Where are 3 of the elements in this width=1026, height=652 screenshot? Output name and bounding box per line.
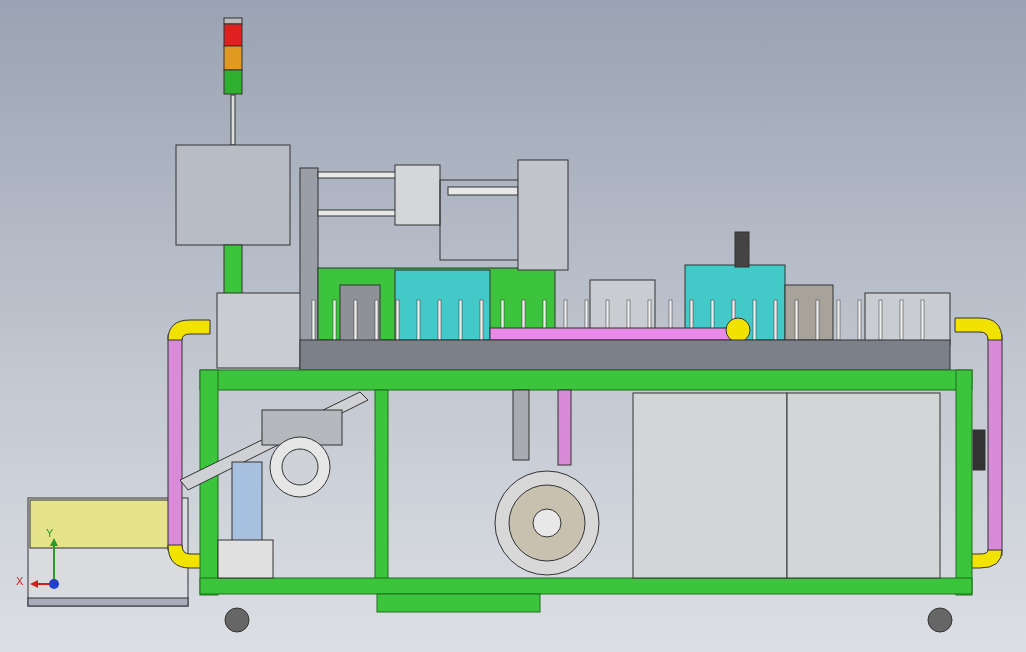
axis-label: Y xyxy=(46,528,54,539)
axis-label: X xyxy=(16,576,24,587)
axis-triad-icon xyxy=(30,538,60,590)
